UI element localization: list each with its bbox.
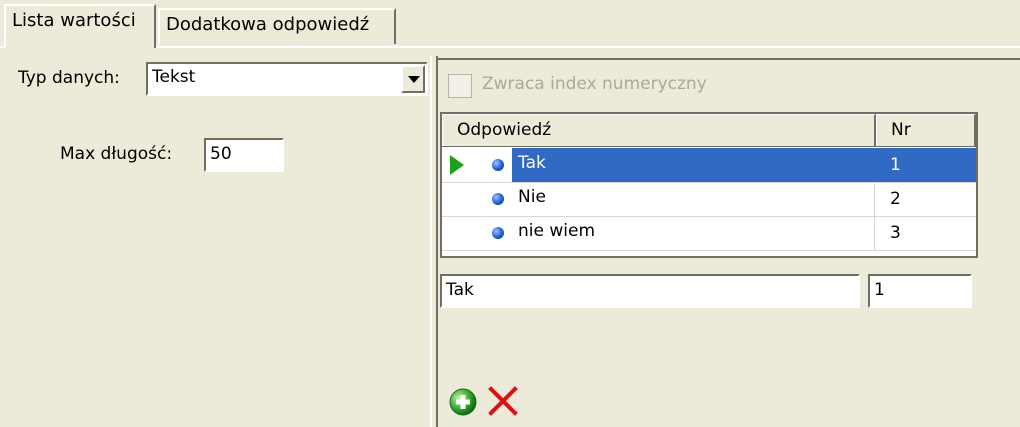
table-row[interactable]: Nie 2 — [442, 182, 976, 217]
dot-icon — [492, 159, 504, 171]
answer-cell[interactable]: nie wiem — [518, 221, 595, 241]
table-row[interactable]: nie wiem 3 — [442, 216, 976, 251]
tab-lista-wartosci[interactable]: Lista wartości — [4, 4, 156, 48]
column-header-nr[interactable]: Nr — [876, 114, 976, 146]
answer-cell[interactable]: Tak — [518, 153, 546, 173]
data-type-select[interactable]: Tekst — [146, 62, 428, 96]
nr-cell[interactable]: 3 — [876, 216, 976, 250]
answer-cell[interactable]: Nie — [518, 187, 546, 207]
column-header-label: Nr — [891, 120, 911, 140]
column-header-answer[interactable]: Odpowiedź — [442, 114, 876, 146]
play-icon — [450, 155, 464, 175]
answer-input[interactable]: Tak — [440, 274, 860, 308]
column-separator — [874, 216, 875, 250]
nr-input[interactable]: 1 — [868, 274, 972, 308]
panel-splitter[interactable] — [430, 56, 438, 427]
left-panel: Typ danych: Tekst Max długość: 50 — [0, 48, 432, 427]
grid-header: Odpowiedź Nr — [442, 114, 976, 147]
tab-dodatkowa-odpowiedz[interactable]: Dodatkowa odpowiedź — [158, 8, 396, 44]
dot-icon — [492, 227, 504, 239]
tab-label: Lista wartości — [12, 10, 136, 31]
tab-strip: Lista wartości Dodatkowa odpowiedź — [0, 0, 1020, 50]
add-button[interactable] — [444, 382, 482, 420]
tab-label: Dodatkowa odpowiedź — [166, 14, 370, 35]
dot-icon — [492, 193, 504, 205]
max-length-label: Max długość: — [60, 144, 173, 164]
column-header-label: Odpowiedź — [457, 120, 552, 140]
column-separator — [874, 182, 875, 216]
numeric-index-label: Zwraca index numeryczny — [482, 74, 707, 94]
chevron-down-icon — [408, 76, 420, 83]
answers-grid: Odpowiedź Nr Tak 1 Nie 2 nie wiem 3 — [440, 112, 978, 258]
delete-icon — [488, 386, 518, 416]
dropdown-button[interactable] — [401, 65, 425, 93]
numeric-index-checkbox[interactable] — [448, 74, 472, 98]
max-length-input[interactable]: 50 — [204, 138, 284, 172]
nr-cell[interactable]: 2 — [876, 182, 976, 216]
data-type-label: Typ danych: — [18, 68, 120, 88]
row-indicator — [442, 148, 474, 182]
data-type-value: Tekst — [152, 67, 196, 87]
nr-cell[interactable]: 1 — [876, 148, 976, 182]
table-row[interactable]: Tak 1 — [442, 148, 976, 183]
delete-button[interactable] — [484, 382, 522, 420]
add-icon — [449, 388, 477, 416]
